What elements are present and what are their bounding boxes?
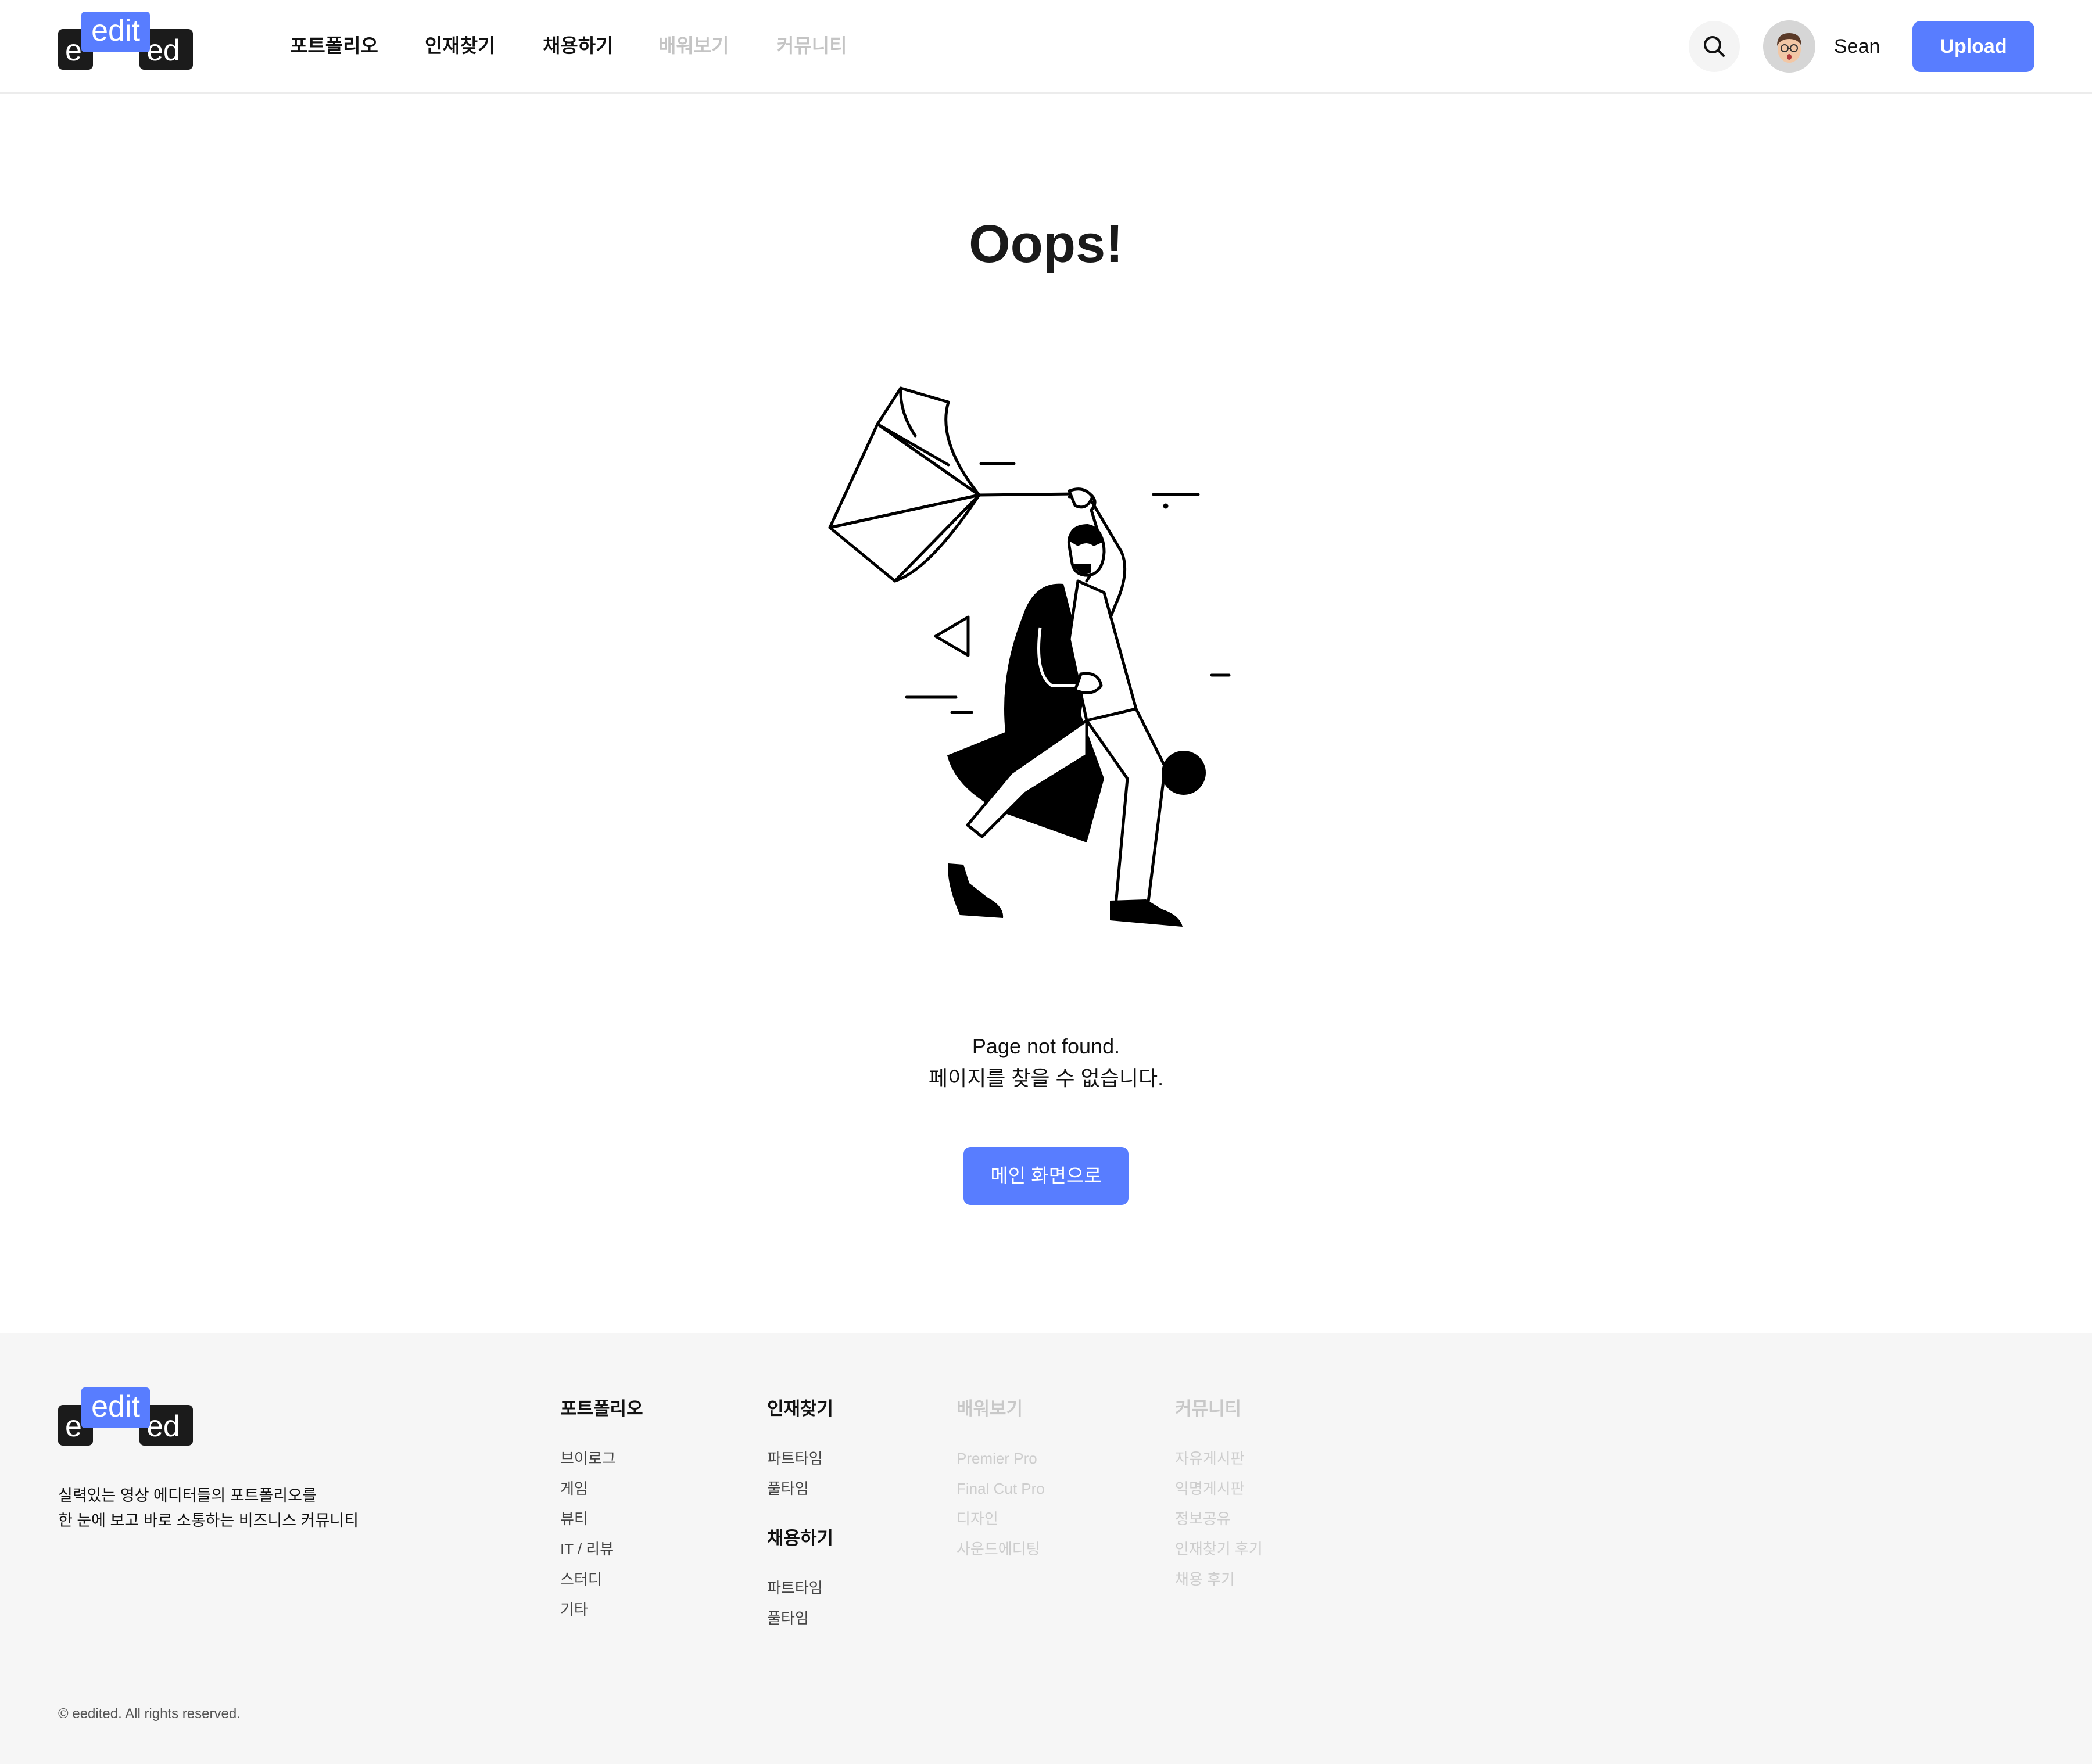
- search-icon: [1704, 36, 1725, 57]
- footer-link-final-cut-pro[interactable]: Final Cut Pro: [957, 1477, 1045, 1500]
- footer-heading-portfolio[interactable]: 포트폴리오: [560, 1396, 643, 1422]
- upload-button[interactable]: Upload: [1912, 21, 2034, 72]
- nav-portfolio[interactable]: 포트폴리오: [290, 33, 378, 59]
- footer-heading-community[interactable]: 커뮤니티: [1175, 1396, 1241, 1422]
- search-button[interactable]: [1689, 21, 1740, 72]
- nav-find-talent[interactable]: 인재찾기: [425, 33, 495, 59]
- logo-highlight-edit: edit: [81, 12, 150, 52]
- footer-link-etc[interactable]: 기타: [560, 1598, 588, 1621]
- footer-heading-learn[interactable]: 배워보기: [957, 1396, 1023, 1422]
- logo-letter-e: e: [65, 34, 82, 67]
- nav-community[interactable]: 커뮤니티: [776, 33, 847, 59]
- avatar-face-icon: [1763, 20, 1815, 73]
- footer-link-info-sharing[interactable]: 정보공유: [1175, 1507, 1231, 1530]
- logo-letters-ed: ed: [146, 1410, 180, 1443]
- footer-link-talent-review[interactable]: 인재찾기 후기: [1175, 1537, 1263, 1561]
- footer-link-study[interactable]: 스터디: [560, 1568, 602, 1591]
- avatar[interactable]: [1763, 20, 1815, 73]
- footer-link-hiring-parttime[interactable]: 파트타임: [767, 1576, 823, 1600]
- nav-hiring[interactable]: 채용하기: [543, 33, 613, 59]
- broken-umbrella-illustration: [828, 386, 1231, 927]
- top-header: e ed edit 포트폴리오 인재찾기 채용하기 배워보기 커뮤니티 Sean…: [0, 0, 2092, 94]
- footer-link-game[interactable]: 게임: [560, 1477, 588, 1500]
- not-found-message-ko: 페이지를 찾을 수 없습니다.: [928, 1066, 1164, 1090]
- footer-tagline-line-1: 실력있는 영상 에디터들의 포트폴리오를: [58, 1487, 317, 1504]
- footer-link-beauty[interactable]: 뷰티: [560, 1507, 588, 1530]
- footer-link-vlog[interactable]: 브이로그: [560, 1447, 616, 1470]
- footer-link-sound-editing[interactable]: 사운드에디팅: [957, 1537, 1040, 1561]
- footer-link-talent-parttime[interactable]: 파트타임: [767, 1447, 823, 1470]
- footer-logo[interactable]: e ed edit: [58, 1387, 193, 1447]
- logo-highlight-edit: edit: [81, 1387, 150, 1428]
- footer-link-hiring-review[interactable]: 채용 후기: [1175, 1568, 1235, 1591]
- user-name[interactable]: Sean: [1834, 33, 1880, 60]
- footer-link-it-review[interactable]: IT / 리뷰: [560, 1537, 614, 1561]
- footer-link-talent-fulltime[interactable]: 풀타임: [767, 1477, 809, 1500]
- footer-heading-hiring[interactable]: 채용하기: [767, 1526, 833, 1551]
- footer-link-anonymous-board[interactable]: 익명게시판: [1175, 1477, 1245, 1500]
- page-title: Oops!: [969, 214, 1123, 274]
- copyright: © eedited. All rights reserved.: [58, 1706, 241, 1722]
- logo-letter-e: e: [65, 1410, 82, 1443]
- footer-link-premier-pro[interactable]: Premier Pro: [957, 1447, 1037, 1470]
- site-footer: [0, 1333, 2092, 1764]
- footer-tagline-line-2: 한 눈에 보고 바로 소통하는 비즈니스 커뮤니티: [58, 1512, 359, 1529]
- not-found-message-en: Page not found.: [972, 1034, 1120, 1058]
- go-home-button[interactable]: 메인 화면으로: [963, 1147, 1129, 1205]
- footer-link-free-board[interactable]: 자유게시판: [1175, 1447, 1245, 1470]
- nav-learn[interactable]: 배워보기: [658, 33, 729, 59]
- footer-heading-find-talent[interactable]: 인재찾기: [767, 1396, 833, 1422]
- footer-link-design[interactable]: 디자인: [957, 1507, 998, 1530]
- footer-link-hiring-fulltime[interactable]: 풀타임: [767, 1607, 809, 1630]
- header-logo[interactable]: e ed edit: [58, 12, 193, 71]
- logo-letters-ed: ed: [146, 34, 180, 67]
